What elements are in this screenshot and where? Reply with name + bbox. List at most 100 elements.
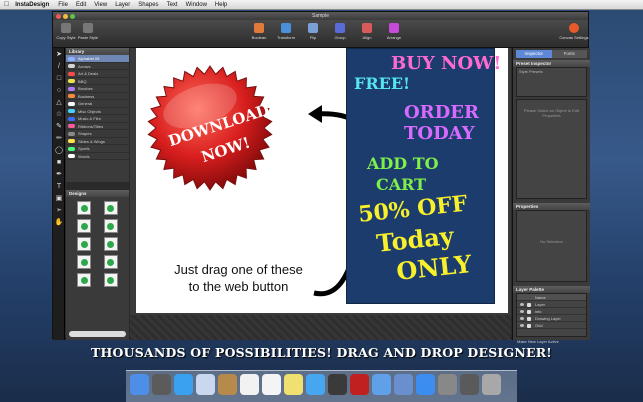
dashboard-icon[interactable] bbox=[152, 374, 171, 395]
menu-layer[interactable]: Layer bbox=[115, 2, 130, 8]
safari-icon[interactable] bbox=[174, 374, 193, 395]
library-item[interactable]: Words bbox=[66, 153, 129, 160]
flip-button[interactable]: Flip bbox=[300, 23, 326, 40]
preview-icon[interactable] bbox=[394, 374, 413, 395]
group-button[interactable]: Group bbox=[327, 23, 353, 40]
downloads-icon[interactable] bbox=[460, 374, 479, 395]
eye-icon[interactable] bbox=[520, 310, 524, 313]
pencil-tool-icon[interactable]: ✏ bbox=[54, 134, 64, 144]
ellipse-tool-icon[interactable]: ○ bbox=[54, 86, 64, 96]
circle-tool-icon[interactable]: ◯ bbox=[54, 146, 64, 156]
folder-tool-icon[interactable]: ■ bbox=[54, 158, 64, 168]
itunes-icon[interactable] bbox=[372, 374, 391, 395]
menu-window[interactable]: Window bbox=[186, 2, 207, 8]
eye-icon[interactable] bbox=[520, 324, 524, 327]
lock-icon[interactable] bbox=[527, 309, 531, 314]
design-thumbnail[interactable] bbox=[103, 255, 118, 269]
menu-shapes[interactable]: Shapes bbox=[138, 2, 158, 8]
photobooth-icon[interactable] bbox=[350, 374, 369, 395]
mail-icon[interactable] bbox=[196, 374, 215, 395]
stickies-icon[interactable] bbox=[284, 374, 303, 395]
facetime-icon[interactable] bbox=[328, 374, 347, 395]
menu-help[interactable]: Help bbox=[215, 2, 227, 8]
design-thumbnail[interactable] bbox=[103, 219, 118, 233]
style-presets-box[interactable]: Style Presets bbox=[516, 67, 587, 97]
library-item[interactable]: Alphabet 09 bbox=[66, 55, 129, 63]
minimize-window-button[interactable] bbox=[63, 13, 68, 19]
arrange-button[interactable]: Arrange bbox=[381, 23, 407, 40]
canvas-settings-icon bbox=[569, 23, 579, 33]
library-item[interactable]: Misc Objects bbox=[66, 108, 129, 115]
library-item[interactable]: Slides & Wings bbox=[66, 138, 129, 145]
transform-button[interactable]: Transform bbox=[273, 23, 299, 40]
sysprefs-icon[interactable] bbox=[438, 374, 457, 395]
library-item[interactable]: Arrows bbox=[66, 63, 129, 70]
menu-edit[interactable]: Edit bbox=[76, 2, 86, 8]
menu-text[interactable]: Text bbox=[167, 2, 178, 8]
paste-style-button[interactable]: Paste Style bbox=[75, 23, 101, 40]
canvas-settings-button[interactable]: Canvas Settings bbox=[558, 23, 590, 40]
eye-icon[interactable] bbox=[520, 317, 524, 320]
library-item[interactable]: Brushes bbox=[66, 85, 129, 93]
layer-row-info[interactable]: info bbox=[517, 308, 586, 315]
arrow-tool-icon[interactable]: ➤ bbox=[54, 50, 64, 60]
design-thumbnail[interactable] bbox=[103, 237, 118, 251]
library-item[interactable]: General bbox=[66, 100, 129, 108]
zoom-window-button[interactable] bbox=[70, 13, 75, 19]
layer-row-grid[interactable]: Grid bbox=[517, 322, 586, 329]
library-title: Library bbox=[66, 48, 129, 55]
close-window-button[interactable] bbox=[56, 13, 61, 19]
library-item[interactable]: BBQ bbox=[66, 78, 129, 85]
design-thumbnail[interactable] bbox=[103, 201, 118, 215]
star-tool-icon[interactable]: ☆ bbox=[54, 110, 64, 120]
hand-tool-icon[interactable]: ✋ bbox=[54, 218, 64, 228]
library-item[interactable]: Sports bbox=[66, 145, 129, 153]
calendar-icon[interactable] bbox=[240, 374, 259, 395]
design-thumbnail[interactable] bbox=[77, 219, 92, 233]
promo-poster[interactable]: BUY NOW! FREE! ORDER TODAY ADD TO CART 5… bbox=[346, 48, 501, 304]
brush-tool-icon[interactable]: ✎ bbox=[54, 122, 64, 132]
align-button[interactable]: Align bbox=[354, 23, 380, 40]
appstore-icon[interactable] bbox=[416, 374, 435, 395]
notes-icon[interactable] bbox=[262, 374, 281, 395]
tab-fonts[interactable]: Fonts bbox=[551, 50, 587, 58]
library-swatch-icon bbox=[68, 64, 75, 68]
eye-icon[interactable] bbox=[520, 303, 524, 306]
design-canvas[interactable]: DOWNLOAD NOW! BUY NOW! FREE! ORDER TODAY… bbox=[136, 48, 508, 313]
designs-search-field[interactable] bbox=[69, 331, 126, 337]
tab-inspector[interactable]: Inspector bbox=[516, 50, 552, 58]
library-item[interactable]: Business bbox=[66, 93, 129, 100]
layer-row-drawing[interactable]: Drawing Layer bbox=[517, 315, 586, 322]
design-thumbnail[interactable] bbox=[77, 201, 92, 215]
design-thumbnail[interactable] bbox=[77, 273, 92, 287]
design-thumbnail[interactable] bbox=[77, 237, 92, 251]
layer-row-layer[interactable]: Layer bbox=[517, 301, 586, 308]
design-badge-icon bbox=[80, 204, 88, 212]
menu-file[interactable]: File bbox=[58, 2, 68, 8]
lock-icon[interactable] bbox=[527, 323, 531, 328]
contacts-icon[interactable] bbox=[218, 374, 237, 395]
apple-menu-icon[interactable]:  bbox=[4, 1, 9, 8]
menu-app-name[interactable]: InstaDesign bbox=[15, 2, 49, 8]
pen-tool-icon[interactable]: ✒ bbox=[54, 170, 64, 180]
library-item[interactable]: Art & Deals bbox=[66, 70, 129, 78]
library-item[interactable]: Shapes bbox=[66, 130, 129, 138]
lock-icon[interactable] bbox=[527, 316, 531, 321]
line-tool-icon[interactable]: / bbox=[54, 62, 64, 72]
finder-icon[interactable] bbox=[130, 374, 149, 395]
menu-view[interactable]: View bbox=[94, 2, 107, 8]
image-tool-icon[interactable]: ▣ bbox=[54, 194, 64, 204]
boolean-button[interactable]: Boolean bbox=[246, 23, 272, 40]
rectangle-tool-icon[interactable]: □ bbox=[54, 74, 64, 84]
eyedropper-tool-icon[interactable]: ➣ bbox=[54, 206, 64, 216]
trash-icon[interactable] bbox=[482, 374, 501, 395]
library-item[interactable]: Music & Film bbox=[66, 115, 129, 123]
design-thumbnail[interactable] bbox=[103, 273, 118, 287]
text-tool-icon[interactable]: T bbox=[54, 182, 64, 192]
design-badge-icon bbox=[80, 240, 88, 248]
design-thumbnail[interactable] bbox=[77, 255, 92, 269]
polygon-tool-icon[interactable]: △ bbox=[54, 98, 64, 108]
library-item[interactable]: Ribbons/Titles bbox=[66, 123, 129, 130]
ichat-icon[interactable] bbox=[306, 374, 325, 395]
lock-icon[interactable] bbox=[527, 302, 531, 307]
